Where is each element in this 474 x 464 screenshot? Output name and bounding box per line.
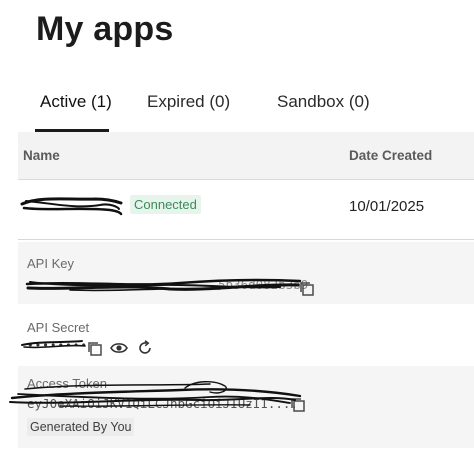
table-row[interactable]: Connected 10/01/2025 [18, 180, 474, 240]
status-badge: Connected [130, 195, 201, 214]
copy-icon[interactable] [299, 281, 315, 297]
tab-active[interactable]: Active (1) [40, 92, 112, 112]
date-created: 10/01/2025 [349, 198, 425, 215]
api-key-section: API Key 5b36d082b3b9 [18, 242, 474, 304]
tab-sandbox[interactable]: Sandbox (0) [277, 92, 370, 112]
api-key-value: 5b36d082b3b9 [218, 277, 309, 292]
column-header-date-created: Date Created [349, 148, 433, 163]
generated-by-badge: Generated By You [27, 418, 135, 436]
refresh-icon[interactable] [137, 340, 153, 356]
api-key-label: API Key [27, 256, 74, 271]
column-header-name: Name [23, 148, 60, 163]
table-header: Name Date Created [18, 132, 474, 180]
copy-icon[interactable] [290, 397, 306, 413]
app-tabs: Active (1) Expired (0) Sandbox (0) [0, 88, 474, 132]
tab-expired[interactable]: Expired (0) [147, 92, 230, 112]
page-title: My apps [36, 10, 174, 48]
my-apps-page: My apps Active (1) Expired (0) Sandbox (… [0, 0, 474, 464]
access-token-label: Access Token [27, 376, 107, 391]
access-token-value: eyJ0eXAiOiJKV1QiLCJhbGciOiJIUzI1.... [27, 396, 298, 411]
eye-icon[interactable] [110, 341, 128, 355]
api-secret-label: API Secret [27, 320, 90, 335]
api-secret-value: •••••••• [27, 339, 88, 352]
copy-icon[interactable] [87, 341, 103, 357]
